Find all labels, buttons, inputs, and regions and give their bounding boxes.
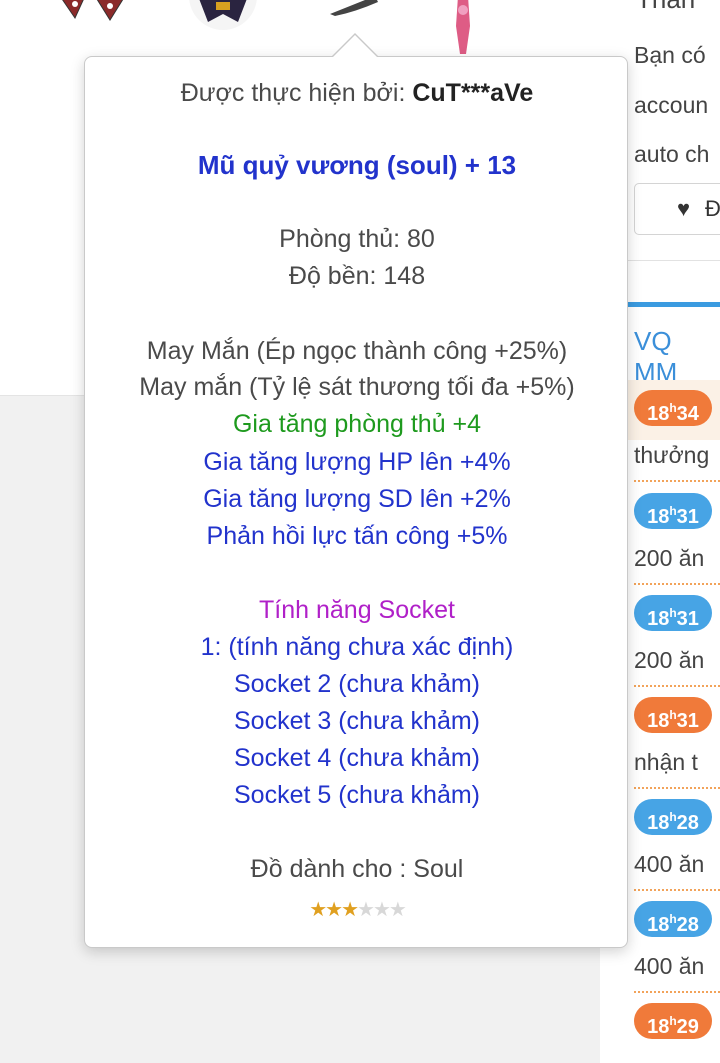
news-panel-title: VQ MM	[634, 326, 678, 387]
excellent-option: Gia tăng lượng SD lên +2%	[203, 485, 511, 513]
time-minute: 28	[676, 812, 699, 834]
excellent-option: Gia tăng lượng HP lên +4%	[203, 448, 511, 476]
time-minute: 31	[676, 608, 699, 630]
time-badge: 18h31	[634, 595, 712, 631]
item-thumbnail[interactable]	[178, 0, 268, 32]
news-separator	[634, 583, 720, 585]
news-separator	[634, 480, 720, 482]
item-thumbnail[interactable]	[440, 0, 485, 56]
made-by-user: CuT***aVe	[412, 79, 534, 107]
news-text[interactable]: 400 ăn	[634, 953, 704, 980]
time-h-mark: h	[669, 606, 677, 620]
news-separator	[634, 991, 720, 993]
divider	[628, 260, 720, 261]
time-hour: 18	[647, 403, 670, 425]
news-separator	[634, 889, 720, 891]
time-minute: 34	[676, 403, 699, 425]
socket-slot: Socket 5 (chưa khảm)	[234, 781, 480, 809]
news-text[interactable]: 400 ăn	[634, 851, 704, 878]
star-empty-icon: ★	[388, 899, 407, 921]
star-filled-icon: ★	[309, 899, 327, 921]
item-class: Đồ dành cho : Soul	[250, 855, 464, 883]
time-hour: 18	[647, 812, 670, 834]
star-filled-icon: ★	[325, 899, 343, 921]
time-badge: 18h34	[634, 390, 712, 426]
sidebar-desc-line: accoun	[634, 92, 709, 118]
time-badge: 18h31	[634, 493, 712, 529]
time-badge: 18h28	[634, 901, 712, 937]
time-minute: 31	[676, 710, 699, 732]
time-h-mark: h	[669, 504, 677, 518]
item-name: Mũ quỷ vương (soul) + 13	[197, 150, 517, 180]
time-h-mark: h	[669, 1014, 677, 1028]
item-durability: Độ bền: 148	[288, 262, 426, 290]
news-separator	[634, 685, 720, 687]
time-hour: 18	[647, 1016, 670, 1038]
time-h-mark: h	[669, 401, 677, 415]
heart-icon: ♥	[677, 196, 691, 221]
favorite-button[interactable]: ♥ Đ	[634, 183, 720, 235]
time-hour: 18	[647, 914, 670, 936]
luck-option: May Mắn (Ép ngọc thành công +25%)	[146, 337, 568, 365]
socket-slot: Socket 2 (chưa khảm)	[234, 670, 480, 698]
socket-title: Tính năng Socket	[259, 596, 455, 624]
item-tooltip: Được thực hiện bởi: CuT***aVe Mũ quỷ vươ…	[84, 33, 629, 948]
item-thumbnail[interactable]	[55, 0, 130, 32]
news-text[interactable]: 200 ăn	[634, 545, 704, 572]
sidebar-desc-line: Bạn có	[634, 42, 706, 68]
star-filled-icon: ★	[341, 899, 359, 921]
panel-top-border	[628, 302, 720, 307]
time-minute: 29	[676, 1016, 699, 1038]
tooltip-arrow	[333, 35, 377, 57]
luck-option: May mắn (Tỷ lệ sát thương tối đa +5%)	[139, 373, 575, 401]
time-hour: 18	[647, 710, 670, 732]
sidebar-title: Thân	[636, 0, 695, 15]
time-hour: 18	[647, 608, 670, 630]
socket-slot: Socket 3 (chưa khảm)	[234, 707, 480, 735]
news-text[interactable]: 200 ăn	[634, 647, 704, 674]
sidebar-desc-line: auto ch	[634, 141, 710, 167]
star-empty-icon: ★	[372, 899, 391, 921]
time-badge: 18h31	[634, 697, 712, 733]
time-hour: 18	[647, 506, 670, 528]
news-separator	[634, 787, 720, 789]
time-h-mark: h	[669, 912, 677, 926]
news-text[interactable]: nhận t	[634, 749, 698, 776]
time-minute: 28	[676, 914, 699, 936]
favorite-button-label: Đ	[705, 196, 720, 221]
time-minute: 31	[676, 506, 699, 528]
star-empty-icon: ★	[357, 899, 375, 921]
excellent-option: Phản hồi lực tấn công +5%	[206, 522, 508, 550]
news-text[interactable]: thưởng	[634, 442, 709, 469]
defense-option: Gia tăng phòng thủ +4	[232, 410, 482, 438]
rating-stars: ★★★★★★	[85, 897, 629, 922]
made-by-line: Được thực hiện bởi: CuT***aVe	[85, 79, 629, 108]
socket-slot: Socket 4 (chưa khảm)	[234, 744, 480, 772]
item-defense: Phòng thủ: 80	[279, 225, 435, 253]
time-h-mark: h	[669, 708, 677, 722]
item-thumbnail[interactable]	[330, 0, 380, 32]
time-h-mark: h	[669, 810, 677, 824]
made-by-label: Được thực hiện bởi:	[180, 79, 406, 107]
time-badge: 18h28	[634, 799, 712, 835]
time-badge: 18h29	[634, 1003, 712, 1039]
socket-slot: 1: (tính năng chưa xác định)	[200, 633, 514, 661]
